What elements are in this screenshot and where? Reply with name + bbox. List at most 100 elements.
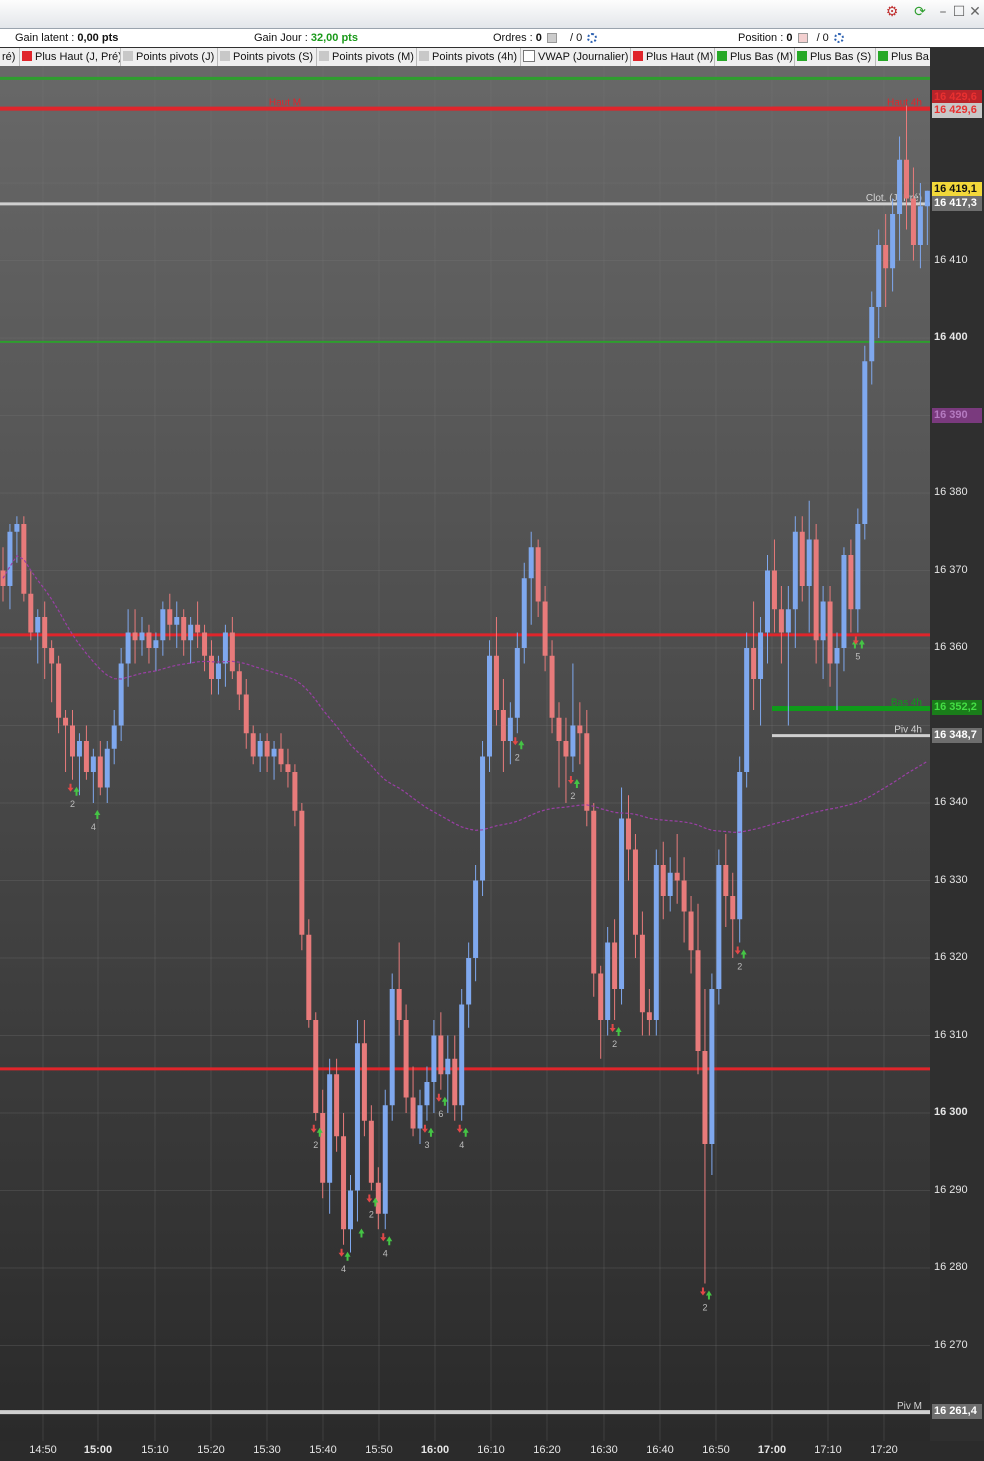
candle-body: [890, 214, 896, 269]
candle-body: [445, 1058, 451, 1075]
candle-body: [118, 663, 124, 726]
price-tick-label: 16 320: [934, 951, 968, 963]
legend-label: Points pivots (J): [136, 51, 215, 63]
legend-item[interactable]: Plus Bas (S): [795, 48, 876, 66]
time-tick-label: 15:40: [309, 1444, 337, 1456]
candle: [716, 849, 722, 1005]
candle-body: [181, 617, 187, 641]
candle-body: [605, 942, 611, 1020]
candle-body: [334, 1074, 340, 1137]
price-tick-label: 16 370: [934, 563, 968, 576]
time-tick-label: 15:00: [83, 1444, 113, 1456]
price-tag: 16 352,2: [932, 700, 982, 716]
candle: [306, 919, 312, 1028]
candle: [737, 756, 743, 943]
legend-item[interactable]: Plus Ba: [876, 48, 930, 66]
candle-body: [438, 1035, 444, 1075]
price-tick-label: 16 330: [934, 873, 968, 886]
candle: [862, 345, 868, 540]
candle-body: [292, 772, 298, 811]
candle-body: [716, 865, 722, 989]
position-value: 0: [786, 32, 793, 44]
legend-item[interactable]: Points pivots (M): [317, 48, 417, 66]
legend-item[interactable]: Plus Bas (M): [715, 48, 795, 66]
time-tick-label: 15:30: [253, 1444, 281, 1456]
price-axis: 16 270 16 280 16 290 16 300 16 310 16 320 16 3…: [930, 66, 984, 1441]
position: Position : 0 / 0: [738, 32, 844, 44]
candle-body: [410, 1097, 416, 1129]
position-close-icon[interactable]: [797, 33, 808, 44]
price-tick-label: 16 300: [934, 1106, 968, 1118]
signal-count: 2: [612, 1039, 617, 1049]
candle-body: [153, 640, 159, 648]
candle-body: [785, 609, 791, 633]
legend-item[interactable]: Plus Haut (M): [631, 48, 715, 66]
candle-body: [876, 245, 882, 307]
candle-body: [76, 741, 82, 757]
time-tick-label: 17:20: [870, 1444, 898, 1456]
candle-body: [563, 741, 569, 757]
candle-body: [841, 555, 847, 648]
legend-item[interactable]: VWAP (Journalier): [521, 48, 631, 66]
candle-body: [160, 609, 166, 641]
candle: [480, 741, 486, 896]
close-icon[interactable]: ✕: [968, 5, 982, 19]
ordres-total: / 0: [570, 32, 583, 44]
price-chart[interactable]: Haut M Haut 4hClot. (J, Pré)Bas 4hPiv 4hP…: [0, 66, 930, 1441]
signal-count: 4: [459, 1140, 464, 1150]
legend-item[interactable]: ré): [0, 48, 20, 66]
candle-body: [862, 361, 868, 524]
minimize-icon[interactable]: –: [936, 5, 950, 19]
legend-item[interactable]: Points pivots (4h): [417, 48, 521, 66]
legend-label: Points pivots (S): [233, 51, 314, 63]
price-tag: 16 390: [932, 407, 982, 423]
legend-swatch: [633, 51, 643, 62]
status-bar: Gain latent : 0,00 pts Gain Jour : 32,00…: [0, 29, 984, 47]
candle-body: [146, 632, 152, 648]
legend-item[interactable]: Points pivots (J): [121, 48, 218, 66]
maximize-icon[interactable]: ☐: [952, 5, 966, 19]
signal-count: 2: [369, 1210, 374, 1220]
candle-body: [737, 772, 743, 920]
gain-jour: Gain Jour : 32,00 pts: [254, 32, 358, 44]
signal-count: 2: [70, 799, 75, 809]
candle-body: [278, 748, 284, 765]
legend-item[interactable]: Points pivots (S): [218, 48, 317, 66]
candle-body: [688, 911, 694, 951]
legend-item[interactable]: Plus Haut (J, Pré): [20, 48, 121, 66]
candle-body: [14, 524, 20, 532]
candle-body: [111, 725, 117, 749]
refresh-icon[interactable]: ⟳: [913, 5, 927, 19]
candle-body: [341, 1136, 347, 1230]
candle-body: [389, 989, 395, 1106]
time-tick-label: 16:00: [420, 1444, 450, 1456]
ordres-cancel-icon[interactable]: [546, 33, 557, 44]
candle-body: [904, 159, 909, 199]
time-tick-label: 16:50: [702, 1444, 730, 1456]
candle-body: [806, 539, 812, 586]
legend-label: ré): [2, 51, 16, 63]
level-label: Piv 4h: [894, 725, 922, 736]
candle: [591, 803, 597, 997]
ordres-gear-icon[interactable]: [587, 33, 598, 44]
candle-body: [42, 617, 48, 648]
candle-body: [215, 663, 221, 679]
candle-body: [480, 756, 486, 881]
candle-body: [354, 1043, 360, 1191]
candle-body: [897, 159, 903, 214]
candle-body: [174, 617, 180, 625]
candle-body: [188, 624, 194, 641]
level-label: Piv M: [897, 1401, 922, 1412]
candle-body: [229, 632, 235, 672]
candle-body: [195, 624, 201, 633]
candle-body: [855, 524, 861, 610]
candle-body: [209, 655, 214, 679]
signal-count: 4: [91, 822, 96, 832]
position-gear-icon[interactable]: [833, 33, 844, 44]
settings-icon[interactable]: ⚙: [885, 5, 899, 19]
candle-body: [556, 717, 562, 741]
gain-latent-value: 0,00 pts: [77, 32, 119, 44]
candle: [619, 787, 625, 1005]
candle-body: [632, 849, 638, 935]
ordres-value: 0: [535, 32, 542, 44]
